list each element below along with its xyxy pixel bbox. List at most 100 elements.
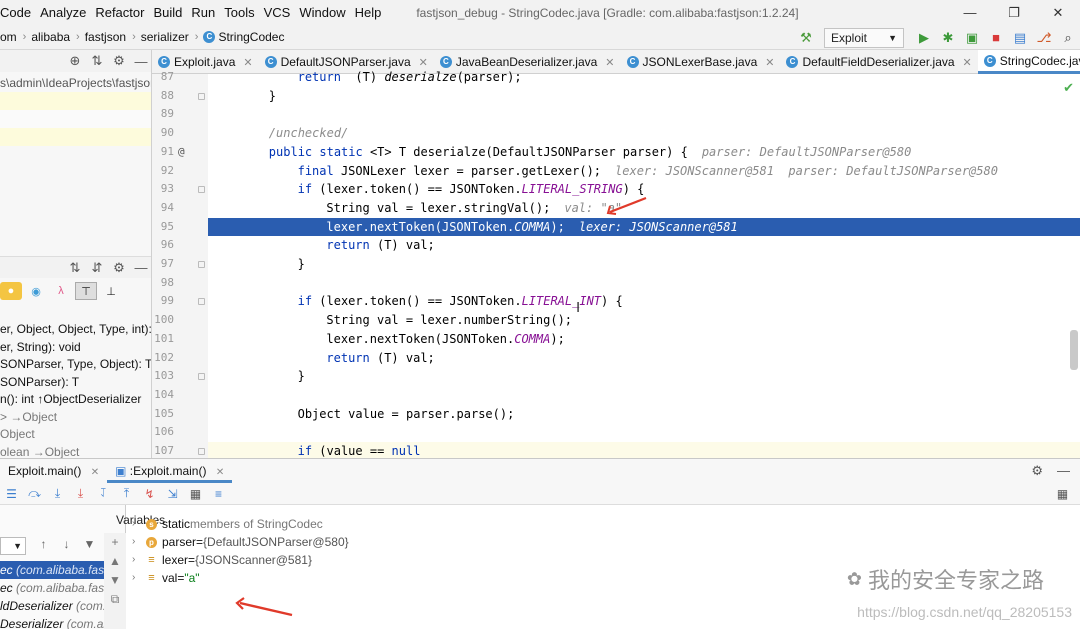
menu-vcs[interactable]: VCS (264, 5, 291, 20)
close-icon[interactable]: ✕ (91, 467, 99, 478)
line-number[interactable]: 91 (152, 143, 174, 162)
breadcrumb-om[interactable]: om › (0, 30, 31, 44)
code-line[interactable]: 105 Object value = parser.parse(); (154, 405, 1080, 424)
line-number[interactable]: 89 (152, 105, 174, 124)
line-number[interactable]: 97 (152, 255, 174, 274)
circle-filter-icon[interactable]: ◉ (25, 282, 47, 300)
code-line[interactable]: 95 lexer.nextToken(JSONToken.COMMA); lexer… (161, 217, 1080, 237)
run-icon[interactable]: ▶ (913, 27, 935, 49)
code-line[interactable]: 87 return (T) deserialze(parser); (161, 68, 1080, 87)
menu-help[interactable]: Help (355, 5, 382, 20)
run-configuration-select[interactable]: Exploit ▼ (824, 27, 904, 48)
variable-row[interactable]: › s static members of StringCodec (132, 515, 323, 533)
project-row-highlight[interactable] (0, 128, 151, 146)
debug-tab-exploit-main-active[interactable]: ▣ :Exploit.main() ✕ (107, 459, 233, 483)
code-area[interactable]: 87 return (T) deserialze(parser); 88} 89 90/… (154, 70, 1080, 458)
arrow-down-icon[interactable]: ↓ (55, 537, 78, 551)
thread-select[interactable]: ▼ (0, 537, 26, 555)
coverage-icon[interactable]: ▣ (961, 27, 983, 49)
stack-frame[interactable]: ec (com.alibaba.fastjs (0, 561, 104, 579)
line-number[interactable]: 90 (152, 124, 174, 143)
arrow-up-icon[interactable]: ↑ (32, 537, 55, 551)
menu-lines-icon[interactable]: ☰ (0, 487, 23, 501)
filter-icon[interactable]: ▼ (78, 537, 101, 551)
structure-item[interactable]: olean →Object (0, 444, 151, 459)
step-out-icon[interactable]: ⤒ (115, 486, 138, 501)
line-number[interactable]: 95 (152, 218, 174, 237)
line-number[interactable]: 87 (152, 68, 174, 87)
code-line[interactable]: 107 if (value == null (154, 442, 1080, 458)
code-line[interactable]: 91 @ public static <T> T deserialze(Defaul… (161, 143, 1080, 162)
code-line[interactable]: 92 final JSONLexer lexer = parser.getLexe… (161, 162, 1080, 181)
code-line[interactable]: 103} (154, 367, 1080, 386)
fold-icon[interactable] (198, 186, 205, 194)
hammer-icon[interactable]: ⚒ (795, 27, 817, 49)
structure-item[interactable]: er, Object, Object, Type, int): v (0, 321, 151, 339)
breadcrumb-stringcodec[interactable]: C StringCodec (203, 30, 284, 44)
run-to-cursor-icon[interactable]: ⇲ (161, 487, 184, 501)
code-line[interactable]: 99 if (lexer.token() == JSONToken.LITERAL… (161, 292, 1080, 311)
stack-frame[interactable]: Deserializer (com.ali (0, 615, 104, 629)
step-over-icon[interactable]: ⤓ (46, 486, 69, 501)
gear-icon[interactable]: ⚙ (108, 260, 130, 276)
line-number[interactable]: 96 (152, 236, 174, 255)
line-number[interactable]: 107 (152, 442, 174, 458)
minimize-icon[interactable]: — (948, 0, 992, 25)
breadcrumb-alibaba[interactable]: alibaba › (31, 30, 84, 44)
fold-icon[interactable] (198, 448, 205, 455)
structure-item[interactable]: n(): int ↑ObjectDeserializer (0, 391, 151, 409)
project-path[interactable]: s\admin\IdeaProjects\fastjson (0, 76, 151, 90)
locate-icon[interactable]: ⊕ (64, 53, 86, 69)
pin-icon[interactable]: ⊥ (100, 282, 122, 300)
line-number[interactable]: 103 (152, 367, 174, 386)
code-line[interactable]: 102 return (T) val; (154, 349, 1080, 368)
line-number[interactable]: 88 (152, 87, 174, 106)
debug-icon[interactable]: ✱ (937, 27, 959, 49)
code-line[interactable]: 97} (161, 255, 1080, 274)
stop-icon[interactable]: ■ (985, 27, 1007, 49)
lambda-filter-icon[interactable]: λ (50, 282, 72, 300)
menu-analyze[interactable]: Analyze (40, 5, 86, 20)
stack-frame[interactable]: ldDeserializer (com.ali (0, 597, 104, 615)
code-line[interactable]: 89 (161, 105, 1080, 124)
override-marker-icon[interactable]: @ (178, 143, 185, 162)
debug-tab-exploit-main[interactable]: Exploit.main() ✕ (0, 459, 107, 483)
close-icon[interactable]: ✕ (243, 56, 252, 69)
menu-refactor[interactable]: Refactor (95, 5, 144, 20)
project-row-highlight[interactable] (0, 92, 151, 110)
close-icon[interactable]: ✕ (765, 56, 774, 69)
expand-arrow-icon[interactable]: › (132, 551, 146, 569)
gear-icon[interactable]: ⚙ (1031, 459, 1043, 483)
code-line[interactable]: 96 return (T) val; (161, 236, 1080, 255)
structure-item[interactable]: > →Object (0, 409, 151, 427)
project-row[interactable] (0, 110, 151, 128)
trace-icon[interactable]: ≡ (207, 487, 230, 501)
line-number[interactable]: 99 (152, 292, 174, 311)
layout-icon[interactable]: ▦ (1051, 487, 1074, 501)
step-into-icon[interactable]: ⤓ (69, 486, 92, 501)
breadcrumb-fastjson[interactable]: fastjson › (85, 30, 141, 44)
menu-code[interactable]: Code (0, 5, 31, 20)
line-number[interactable]: 102 (152, 349, 174, 368)
variable-row[interactable]: › p parser = {DefaultJSONParser@580} (132, 533, 349, 551)
sort-icon[interactable]: ⇅ (64, 260, 86, 276)
close-icon[interactable]: ✕ (216, 467, 224, 478)
field-filter-icon[interactable]: ● (0, 282, 22, 300)
line-number[interactable]: 104 (152, 386, 174, 405)
menu-run[interactable]: Run (191, 5, 215, 20)
restore-icon[interactable]: ❐ (992, 0, 1036, 25)
menu-window[interactable]: Window (299, 5, 345, 20)
breadcrumb-serializer[interactable]: serializer › (141, 30, 204, 44)
fold-icon[interactable] (198, 373, 205, 381)
drop-frame-icon[interactable]: ↯ (138, 487, 161, 501)
expand-arrow-icon[interactable]: › (132, 569, 146, 587)
line-number[interactable]: 105 (152, 405, 174, 424)
hide-icon[interactable]: — (130, 260, 151, 275)
menu-tools[interactable]: Tools (224, 5, 254, 20)
collapse-icon[interactable]: ⇅ (86, 53, 108, 69)
code-line[interactable]: 90/unchecked/ (161, 124, 1080, 143)
line-number[interactable]: 92 (152, 162, 174, 181)
expand-arrow-icon[interactable]: › (132, 533, 146, 551)
line-number[interactable]: 98 (152, 274, 174, 293)
expand-arrow-icon[interactable]: › (132, 515, 146, 533)
